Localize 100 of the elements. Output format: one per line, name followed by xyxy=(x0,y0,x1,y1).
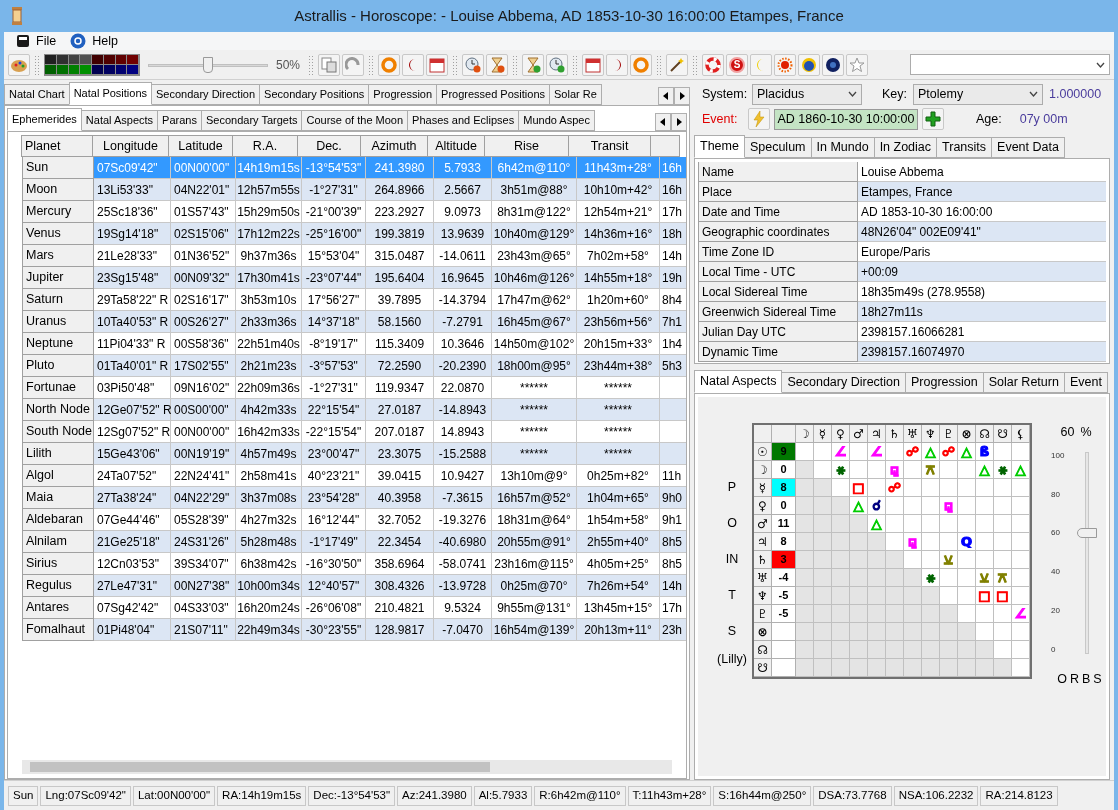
column-header[interactable]: Azimuth xyxy=(360,135,428,157)
table-row[interactable]: Venus 19Sg14'18" 02S15'06" 17h12m22s -25°16'00" 199.3819 13.9639 10h40m@129° 14h36m+16° 18h xyxy=(22,223,686,245)
ring-icon[interactable] xyxy=(378,53,401,76)
tab[interactable]: Progression xyxy=(905,372,984,393)
column-header[interactable]: Dec. xyxy=(297,135,361,157)
slider-thumb[interactable] xyxy=(203,56,213,73)
table-row[interactable]: Sun 07Sc09'42" 00N00'00" 14h19m15s -13°54'53" 241.3980 5.7933 6h42m@110° 11h43m+28° 16h xyxy=(22,157,686,179)
horizontal-scrollbar[interactable] xyxy=(22,760,672,774)
tab[interactable]: Solar Return xyxy=(982,372,1065,393)
tab[interactable]: Course of the Moon xyxy=(301,110,409,131)
column-header[interactable]: R.A. xyxy=(232,135,298,157)
table-cell: 10h00m34s xyxy=(236,575,302,597)
tab[interactable]: In Mundo xyxy=(810,137,875,158)
color-swatches[interactable] xyxy=(44,53,140,76)
tab[interactable]: Secondary Direction xyxy=(151,84,261,105)
tab[interactable]: Progression xyxy=(368,84,438,105)
badge-icon[interactable]: S xyxy=(726,53,749,76)
scroll-left-icon[interactable] xyxy=(658,87,674,105)
scroll-right-icon[interactable] xyxy=(674,87,690,105)
table-row[interactable]: Mercury 25Sc18'36" 01S57'43" 15h29m50s -21°00'39" 223.2927 9.0973 8h31m@122° 12h54m+21° 17h xyxy=(22,201,686,223)
table-row[interactable]: Maia 27Ta38'24" 04N22'29" 3h37m08s 23°54'28" 40.3958 -7.3615 16h57m@52° 1h04m+65° 9h0 xyxy=(22,487,686,509)
table-row[interactable]: Alnilam 21Ge25'18" 24S31'26" 5h28m48s -1°17'49" 22.3454 -40.6980 20h55m@91° 2h55m+40° 8h5 xyxy=(22,531,686,553)
table-cell: 23°00'47" xyxy=(302,443,366,465)
scroll-left-icon[interactable] xyxy=(655,113,671,131)
table-row[interactable]: Lilith 15Ge43'06" 00N19'19" 4h57m49s 23°00'47" 23.3075 -15.2588 ****** ****** xyxy=(22,443,686,465)
menu-item[interactable]: Help xyxy=(70,31,118,51)
tab[interactable]: Progressed Positions xyxy=(436,84,550,105)
grid-cell xyxy=(976,659,994,677)
lightning-icon[interactable] xyxy=(748,108,770,130)
eclipse-icon[interactable] xyxy=(798,53,821,76)
sun-icon[interactable] xyxy=(774,53,797,76)
wand-icon[interactable] xyxy=(666,53,689,76)
column-header[interactable]: Longitude xyxy=(92,135,169,157)
tab[interactable]: Phases and Eclipses xyxy=(407,110,520,131)
table-row[interactable]: Jupiter 23Sg15'48" 00N09'32" 17h30m41s -23°07'44" 195.6404 16.9645 10h46m@126° 14h55m+18° 19h xyxy=(22,267,686,289)
table-row[interactable]: Fortunae 03Pi50'48" 09N16'02" 22h09m36s -1°27'31" 119.9347 22.0870 ****** ****** xyxy=(22,377,686,399)
plus-icon[interactable] xyxy=(922,108,944,130)
tab[interactable]: Parans xyxy=(157,110,202,131)
table-row[interactable]: Saturn 29Ta58'22" R 02S16'17" 3h53m10s 17°56'27" 39.7895 -14.3794 17h47m@62° 1h20m+60° 8h4 xyxy=(22,289,686,311)
tab[interactable]: Natal Aspects xyxy=(694,370,783,393)
table-row[interactable]: South Node 12Sg07'52" R 00N00'00" 16h42m33s -22°15'54" 207.0187 14.8943 ****** ****** xyxy=(22,421,686,443)
table-row[interactable]: Moon 13Li53'33" 04N22'01" 12h57m55s -1°27'31" 264.8966 2.5667 3h51m@88° 10h10m+42° 16h xyxy=(22,179,686,201)
tab[interactable]: Solar Re xyxy=(549,84,602,105)
hourglass-icon[interactable] xyxy=(486,53,509,76)
tab[interactable]: Event Data xyxy=(991,137,1065,158)
table-row[interactable]: Algol 24Ta07'52" 22N24'41" 2h58m41s 40°23'21" 39.0415 10.9427 13h10m@9° 0h25m+82° 11h xyxy=(22,465,686,487)
tab[interactable]: Secondary Direction xyxy=(781,372,906,393)
tab[interactable]: Natal Aspects xyxy=(80,110,159,131)
zoom-slider[interactable] xyxy=(148,54,268,75)
tab[interactable]: Secondary Targets xyxy=(200,110,303,131)
tab[interactable]: Event xyxy=(1063,372,1108,393)
key-dropdown[interactable]: Ptolemy xyxy=(913,83,1043,105)
aspect-symbol: ⚻ xyxy=(994,569,1012,587)
clock-icon[interactable] xyxy=(462,53,485,76)
table-row[interactable]: Pluto 01Ta40'01" R 17S02'55" 2h21m23s -3°57'53" 72.2590 -20.2390 18h00m@95° 23h44m+38° 5h3 xyxy=(22,355,686,377)
rotate-icon[interactable] xyxy=(342,53,365,76)
calendar-icon[interactable] xyxy=(426,53,449,76)
lifebuoy-icon[interactable] xyxy=(702,53,725,76)
table-row[interactable]: Sirius 12Cn03'53" 39S34'07" 6h38m42s -16°30'50" 358.6964 -58.0741 23h16m@115° 4h05m+25° 8h5 xyxy=(22,553,686,575)
scrollbar-thumb[interactable] xyxy=(30,762,490,772)
table-row[interactable]: Antares 07Sg42'42" 04S33'03" 16h20m24s -26°06'08" 210.4821 9.5324 9h55m@131° 13h45m+15° 17h xyxy=(22,597,686,619)
tab[interactable]: Secondary Positions xyxy=(259,84,370,105)
tab[interactable]: Natal Chart xyxy=(4,84,70,105)
tab[interactable]: Transits xyxy=(936,137,993,158)
column-header[interactable]: Latitude xyxy=(168,135,233,157)
copy-icon[interactable] xyxy=(318,53,341,76)
table-cell: Fortunae xyxy=(22,377,94,399)
table-row[interactable]: Neptune 11Pi04'33" R 00S58'36" 22h51m40s -8°19'17" 115.3409 10.3646 14h50m@102° 20h15m+33° 1h4 xyxy=(22,333,686,355)
table-row[interactable]: Regulus 27Le47'31" 00N27'38" 10h00m34s 12°40'57" 308.4326 -13.9728 0h25m@70° 7h26m+54° 14h xyxy=(22,575,686,597)
system-dropdown[interactable]: Placidus xyxy=(752,83,862,105)
grid-cell xyxy=(904,479,922,497)
table-row[interactable]: Mars 21Le28'33" 01N36'52" 9h37m36s 15°53'04" 315.0487 -14.0611 23h43m@65° 7h02m+58° 14h xyxy=(22,245,686,267)
tab[interactable]: Speculum xyxy=(743,137,812,158)
column-header[interactable]: Rise xyxy=(484,135,569,157)
palette-icon[interactable] xyxy=(8,53,30,76)
table-row[interactable]: Aldebaran 07Ge44'46" 05S28'39" 4h27m32s 16°12'44" 32.7052 -19.3276 18h31m@64° 1h54m+58° 9h1 xyxy=(22,509,686,531)
table-row[interactable]: Uranus 10Ta40'53" R 00S26'27" 2h33m36s 14°37'18" 58.1560 -7.2791 16h45m@67° 23h56m+56° 7h1 xyxy=(22,311,686,333)
tab[interactable]: Natal Positions xyxy=(68,82,152,105)
column-header[interactable]: Altitude xyxy=(427,135,485,157)
aspect-symbol: ⚼ xyxy=(940,497,958,515)
event-date-field[interactable]: AD 1860-10-30 10:00:00 xyxy=(774,108,918,130)
dropdown[interactable] xyxy=(910,54,1110,75)
slider-thumb[interactable] xyxy=(1077,527,1097,538)
tab[interactable]: In Zodiac xyxy=(873,137,938,158)
tab[interactable]: Theme xyxy=(694,135,745,158)
hourglass-icon[interactable] xyxy=(522,53,545,76)
table-row[interactable]: North Node 12Ge07'52" R 00S00'00" 4h42m33s 22°15'54" 27.0187 -14.8943 ****** ****** xyxy=(22,399,686,421)
ring-icon[interactable] xyxy=(630,53,653,76)
tab[interactable]: Mundo Aspec xyxy=(518,110,595,131)
menu-item[interactable]: File xyxy=(16,31,57,51)
column-header[interactable]: Transit xyxy=(568,135,651,157)
table-row[interactable]: Fomalhaut 01Pi48'04" 21S07'11" 22h49m34s -30°23'55" 128.9817 -7.0470 16h54m@139° 20h13m+11° 23h xyxy=(22,619,686,641)
globe-icon[interactable] xyxy=(822,53,845,76)
column-header[interactable]: Planet xyxy=(21,135,93,157)
clock-icon[interactable] xyxy=(546,53,569,76)
grid-cell xyxy=(904,623,922,641)
table-cell-text: 18h xyxy=(662,225,683,243)
calendar-icon[interactable] xyxy=(582,53,605,76)
tab[interactable]: Ephemerides xyxy=(7,108,82,131)
scroll-right-icon[interactable] xyxy=(671,113,687,131)
